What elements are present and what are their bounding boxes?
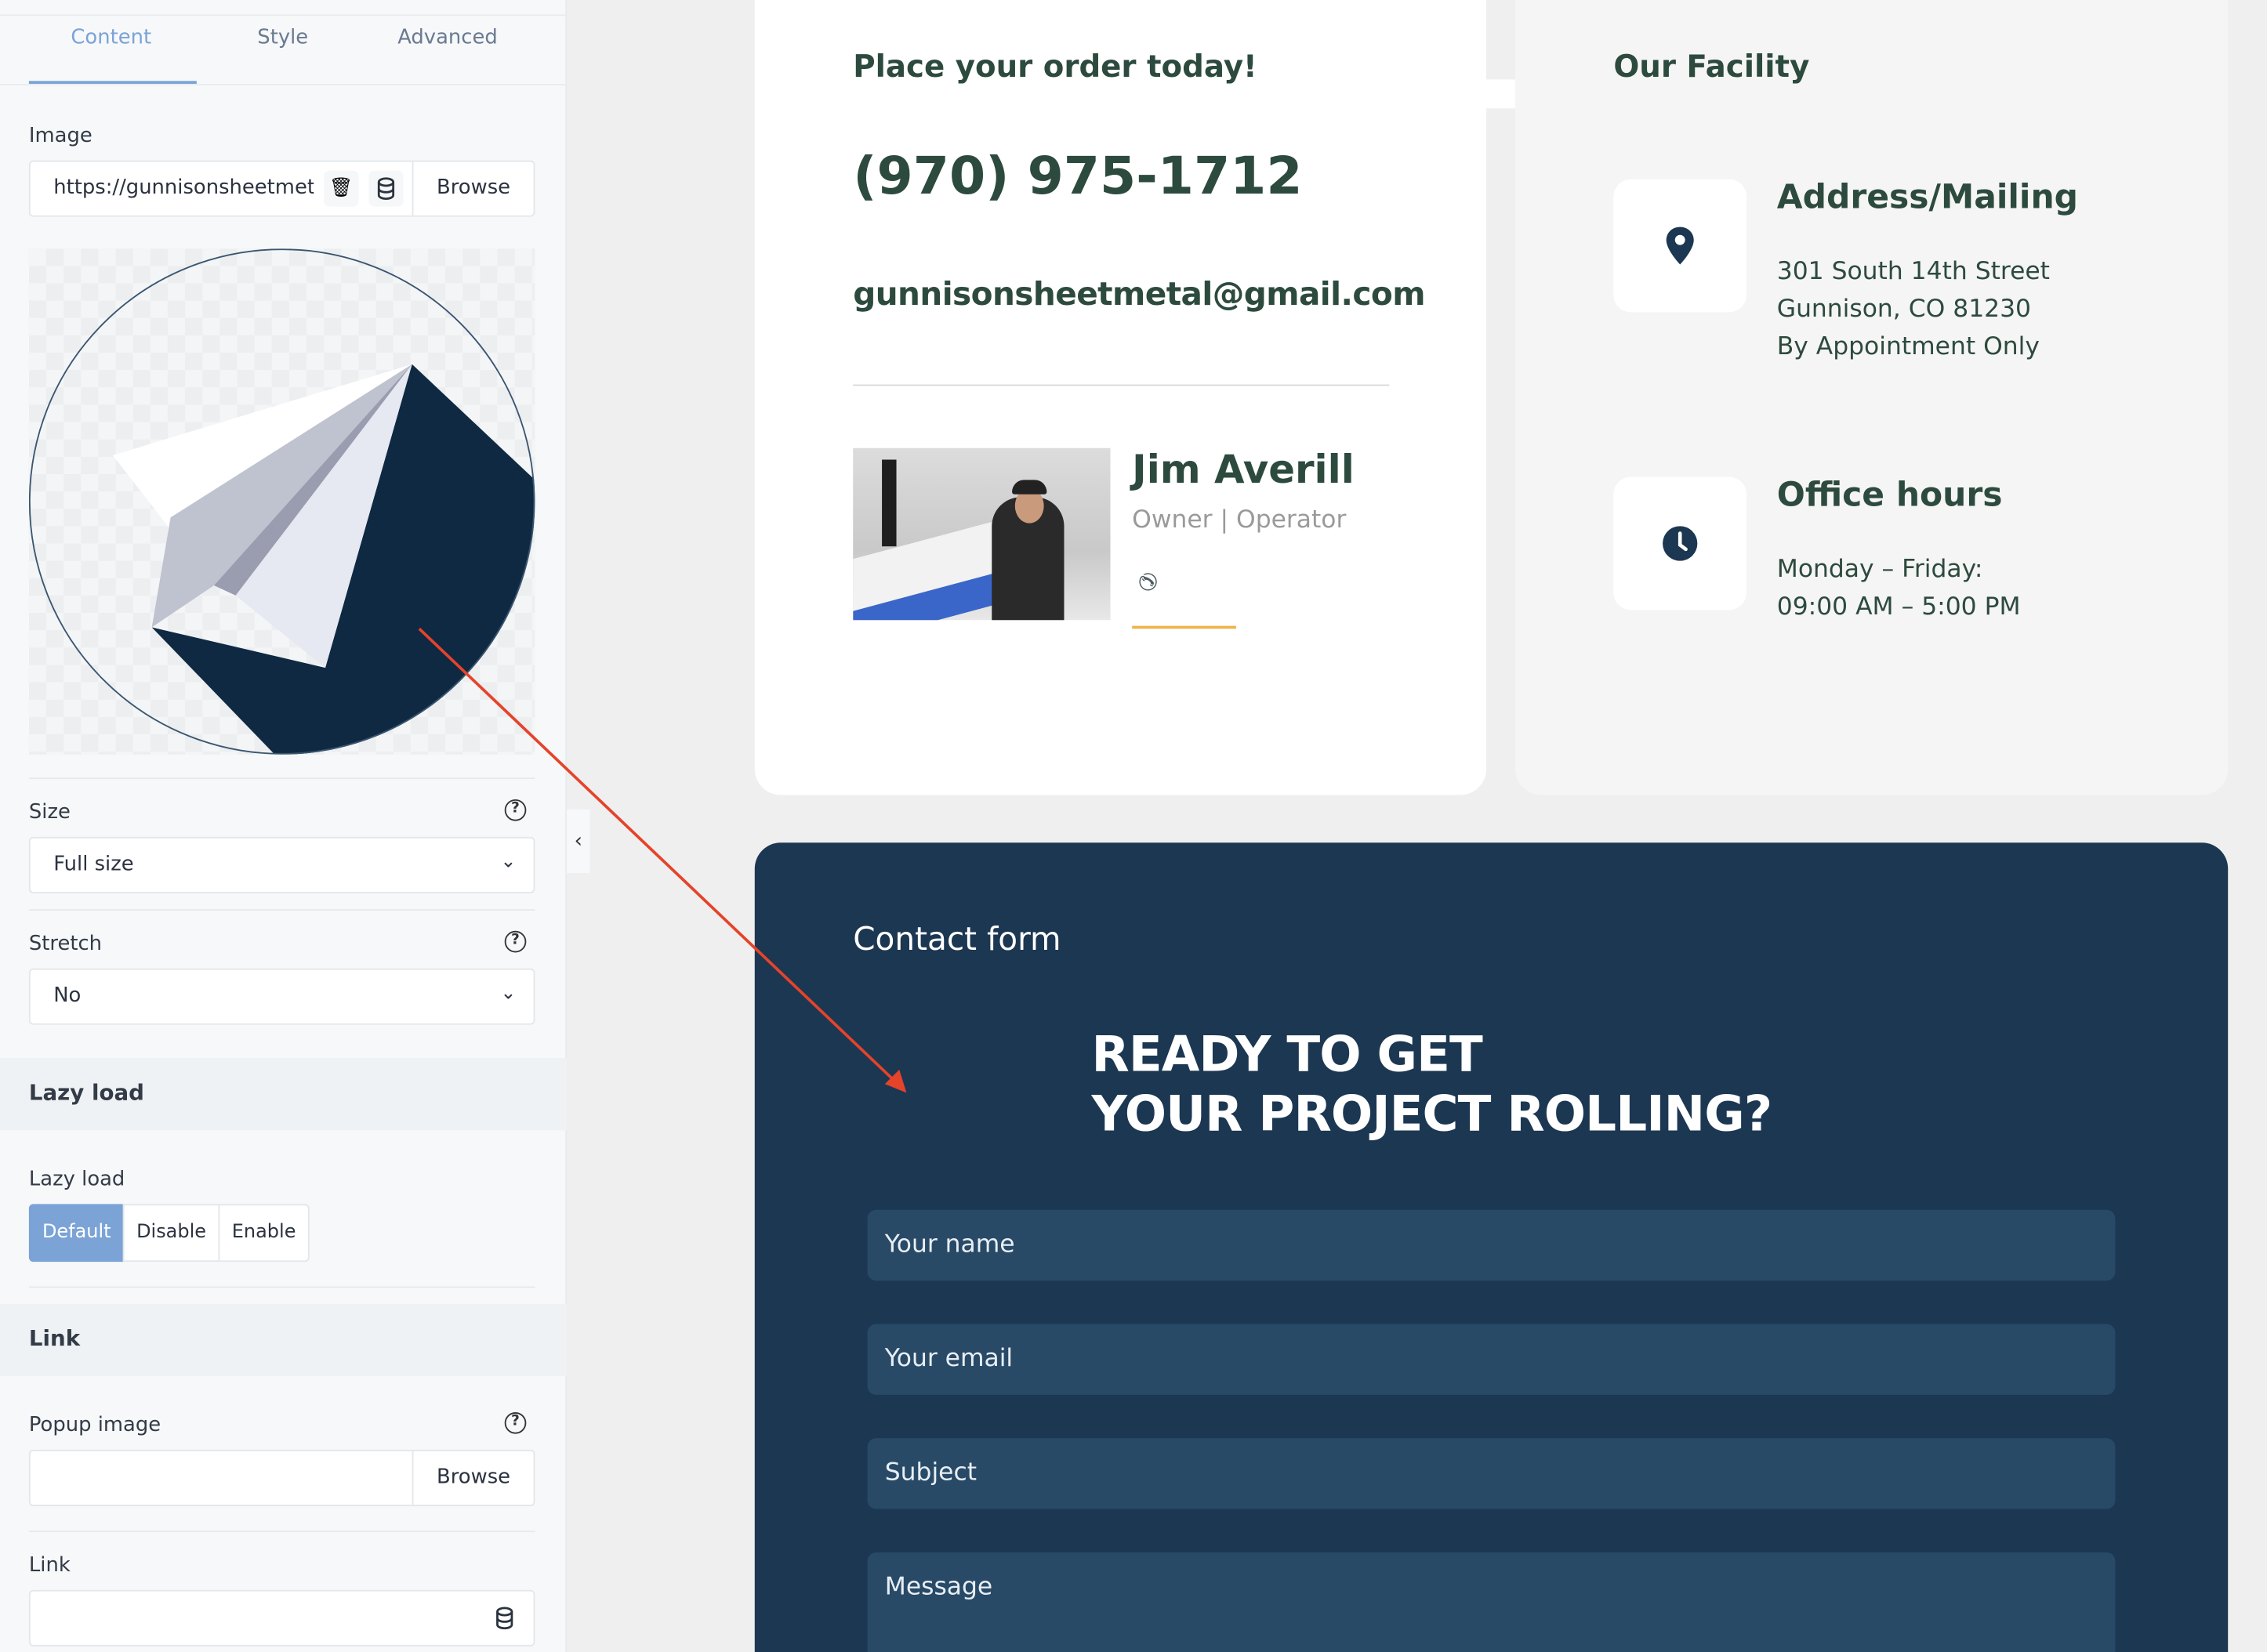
browse-button[interactable]: Browse: [412, 1451, 534, 1505]
database-icon[interactable]: [488, 1600, 522, 1636]
help-icon[interactable]: ?: [504, 1411, 527, 1434]
tab-advanced[interactable]: Advanced: [397, 26, 498, 49]
divider: [0, 14, 568, 16]
accent-underline: [1132, 625, 1236, 629]
map-pin-icon: [1666, 226, 1694, 265]
hours-line: Monday – Friday:: [1776, 555, 1983, 585]
divider: [853, 384, 1390, 386]
phone-icon[interactable]: ✆: [1133, 570, 1163, 593]
size-select[interactable]: Full size ⌄: [28, 836, 535, 893]
contact-form-title: Contact form: [853, 922, 1061, 958]
popup-image-field[interactable]: Browse: [28, 1449, 535, 1506]
tab-style[interactable]: Style: [257, 26, 308, 49]
stretch-value: No: [53, 984, 82, 1008]
hours-heading: Office hours: [1776, 476, 2003, 515]
link-section-header[interactable]: Link: [0, 1303, 568, 1376]
link-label: Link: [28, 1553, 71, 1578]
tab-content[interactable]: Content: [71, 26, 151, 49]
address-line: Gunnison, CO 81230: [1776, 295, 2032, 324]
paper-plane-logo: [28, 248, 535, 755]
popup-image-label: Popup image: [28, 1413, 161, 1437]
email-input[interactable]: Your email: [867, 1324, 2116, 1395]
divider: [28, 909, 535, 911]
phone-number[interactable]: (970) 975-1712: [853, 147, 1302, 207]
message-textarea[interactable]: Message: [867, 1552, 2116, 1652]
lazy-load-section-header[interactable]: Lazy load: [0, 1058, 568, 1131]
clock-icon-box: [1613, 476, 1747, 610]
address-line: 301 South 14th Street: [1776, 257, 2050, 287]
contact-heading-line: YOUR PROJECT ROLLING?: [1091, 1085, 1773, 1143]
address-heading: Address/Mailing: [1776, 179, 2079, 217]
collapse-panel-button[interactable]: ‹: [567, 809, 590, 874]
email-link[interactable]: gunnisonsheetmetal@gmail.com: [853, 277, 1425, 313]
divider: [0, 83, 568, 85]
link-field[interactable]: [28, 1589, 535, 1647]
clock-icon: [1663, 526, 1698, 561]
divider: [28, 1286, 535, 1288]
order-title: Place your order today!: [853, 49, 1257, 84]
lazy-enable-option[interactable]: Enable: [218, 1204, 310, 1263]
lazy-disable-option[interactable]: Disable: [122, 1204, 220, 1263]
image-label: Image: [28, 124, 92, 148]
owner-role: Owner | Operator: [1132, 505, 1347, 535]
size-label: Size: [28, 800, 71, 824]
location-icon-box: [1613, 179, 1747, 313]
order-card: Place your order today! (970) 975-1712 g…: [754, 0, 1487, 795]
image-url-input[interactable]: https://gunnisonsheetmetal: [53, 176, 314, 200]
image-url-field[interactable]: https://gunnisonsheetmetal 🗑 Browse: [28, 160, 535, 217]
address-line: By Appointment Only: [1776, 332, 2040, 362]
help-icon[interactable]: ?: [504, 930, 527, 953]
lazy-load-label: Lazy load: [28, 1168, 125, 1191]
database-icon[interactable]: [368, 170, 404, 207]
hours-line: 09:00 AM – 5:00 PM: [1776, 592, 2021, 622]
divider: [28, 1531, 535, 1533]
chevron-down-icon: ⌄: [500, 851, 517, 874]
divider: [28, 777, 535, 780]
facility-card: [1514, 0, 2229, 795]
image-preview[interactable]: [28, 248, 535, 755]
owner-photo: [853, 447, 1111, 621]
name-input[interactable]: Your name: [867, 1209, 2116, 1281]
stretch-select[interactable]: No ⌄: [28, 968, 535, 1025]
screen: Content Style Advanced Image https://gun…: [0, 0, 2267, 1652]
owner-name: Jim Averill: [1132, 447, 1355, 493]
subject-input[interactable]: Subject: [867, 1438, 2116, 1509]
help-icon[interactable]: ?: [504, 799, 527, 821]
card-connector: [1486, 79, 1515, 109]
chevron-down-icon: ⌄: [500, 983, 517, 1005]
settings-panel: Content Style Advanced Image https://gun…: [0, 0, 568, 1652]
contact-heading-line: READY TO GET: [1091, 1026, 1483, 1085]
lazy-default-option[interactable]: Default: [28, 1204, 125, 1263]
browse-button[interactable]: Browse: [412, 161, 534, 216]
contact-heading: READY TO GET YOUR PROJECT ROLLING?: [1091, 1026, 1773, 1145]
trash-icon[interactable]: 🗑: [324, 170, 359, 207]
facility-title: Our Facility: [1613, 49, 1810, 84]
size-value: Full size: [53, 853, 134, 876]
stretch-label: Stretch: [28, 932, 103, 956]
